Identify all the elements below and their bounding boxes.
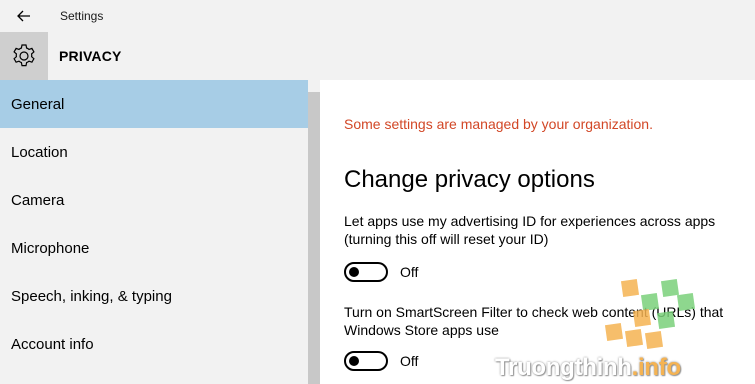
section-heading: Change privacy options — [344, 166, 595, 193]
app-title: Settings — [60, 9, 104, 23]
sidebar-item-label: Location — [11, 143, 68, 161]
sidebar-item-location[interactable]: Location — [0, 128, 308, 176]
smartscreen-toggle-state: Off — [400, 353, 419, 369]
sidebar-item-microphone[interactable]: Microphone — [0, 224, 308, 272]
gear-icon — [13, 44, 35, 67]
scrollbar-thumb[interactable] — [308, 92, 320, 384]
page-title: PRIVACY — [59, 48, 122, 64]
managed-notice: Some settings are managed by your organi… — [344, 116, 653, 132]
advertising-id-toggle-state: Off — [400, 264, 419, 280]
sidebar-item-account-info[interactable]: Account info — [0, 320, 308, 368]
sidebar-item-speech[interactable]: Speech, inking, & typing — [0, 272, 308, 320]
sidebar-item-label: General — [11, 95, 65, 113]
advertising-id-toggle[interactable] — [344, 262, 388, 282]
title-bar: Settings — [0, 0, 755, 32]
sidebar-item-general[interactable]: General — [0, 80, 308, 128]
back-button[interactable] — [0, 0, 48, 32]
sidebar-item-camera[interactable]: Camera — [0, 176, 308, 224]
back-arrow-icon — [17, 10, 30, 22]
sidebar: General Location Camera Microphone Speec… — [0, 80, 308, 384]
toggle-knob — [349, 356, 359, 366]
sidebar-item-label: Microphone — [11, 239, 90, 257]
watermark-text-main: Truongthinh — [495, 354, 632, 381]
advertising-id-description: Let apps use my advertising ID for exper… — [344, 213, 716, 247]
home-button[interactable] — [0, 32, 48, 80]
sidebar-item-label: Camera — [11, 191, 65, 209]
watermark-text-suffix: .info — [631, 354, 681, 381]
toggle-knob — [349, 267, 359, 277]
sidebar-item-label: Speech, inking, & typing — [11, 287, 172, 305]
sidebar-item-label: Account info — [11, 335, 94, 353]
watermark-text: Truongthinh.info — [495, 354, 681, 382]
smartscreen-toggle[interactable] — [344, 351, 388, 371]
page-header: PRIVACY — [0, 32, 755, 80]
settings-window: Settings PRIVACY General Location Camera… — [0, 0, 755, 384]
